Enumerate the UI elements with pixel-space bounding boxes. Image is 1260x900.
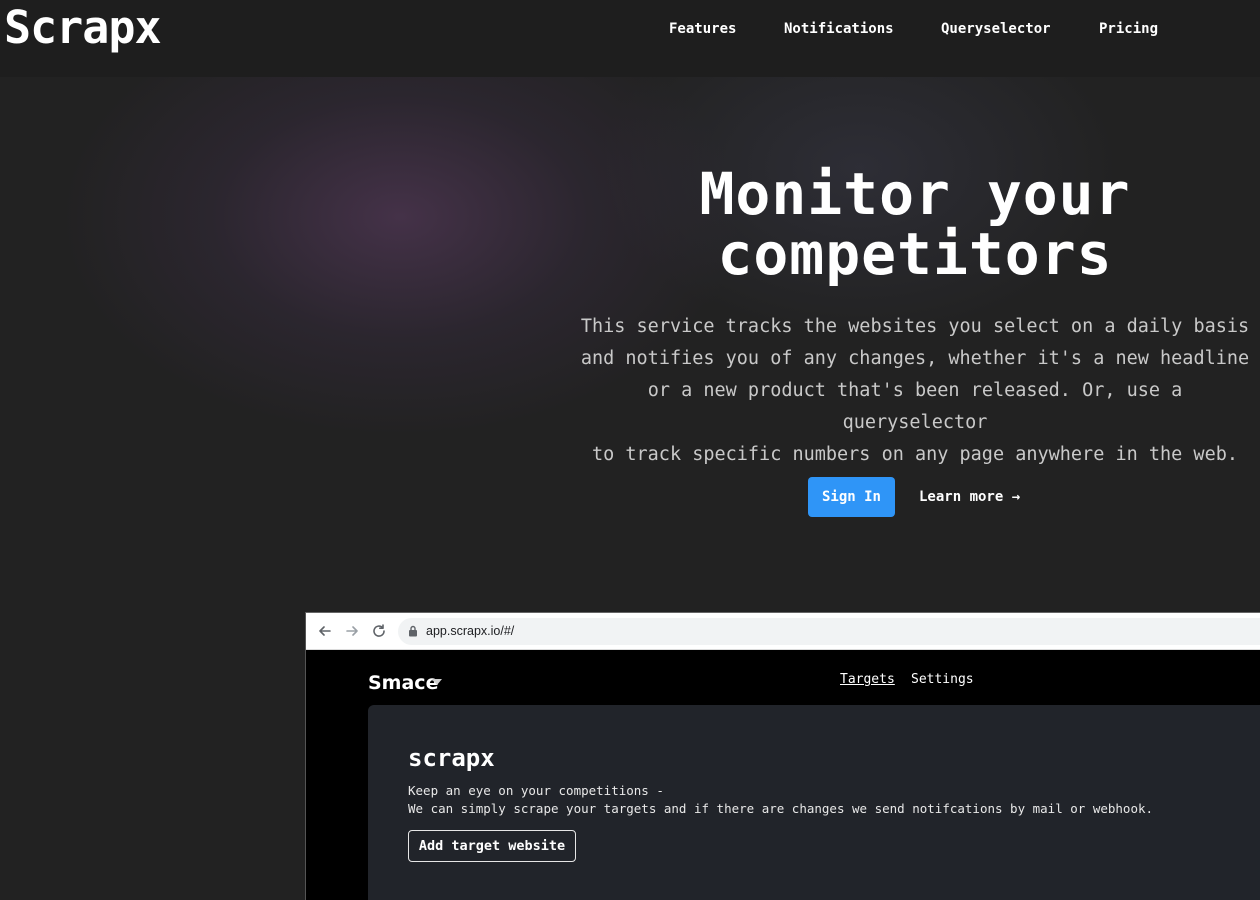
top-navbar: S Scrapx Features Notifications Querysel… bbox=[0, 0, 1260, 77]
chevron-down-icon bbox=[432, 679, 442, 685]
forward-arrow-icon bbox=[346, 626, 358, 636]
hero-description-line: This service tracks the websites you sel… bbox=[580, 316, 1250, 337]
hero-description-line: or a new product that's been released. O… bbox=[647, 380, 1183, 433]
app-card: scrapx Keep an eye on your competitions … bbox=[368, 705, 1260, 900]
nav-link-queryselector[interactable]: Queryselector bbox=[941, 19, 1051, 39]
reload-icon bbox=[373, 624, 385, 637]
card-text: Keep an eye on your competitions - bbox=[408, 783, 664, 798]
hero-title-line-2: competitors bbox=[717, 220, 1113, 288]
address-url: app.scrapx.io/#/ bbox=[426, 624, 515, 638]
back-arrow-icon bbox=[319, 626, 331, 636]
address-bar: app.scrapx.io/#/ bbox=[398, 618, 1260, 645]
app-nav-settings: Settings bbox=[911, 672, 974, 687]
nav-link-notifications[interactable]: Notifications bbox=[784, 19, 894, 39]
hero-description-line: to track specific numbers on any page an… bbox=[591, 444, 1238, 465]
nav-link-pricing[interactable]: Pricing bbox=[1099, 19, 1158, 39]
app-brand: Smace bbox=[368, 672, 439, 694]
hero-title: Monitor your competitors bbox=[620, 164, 1210, 284]
hero-description: This service tracks the websites you sel… bbox=[575, 311, 1255, 471]
browser-toolbar: app.scrapx.io/#/ bbox=[306, 613, 1260, 650]
browser-screenshot-mockup: app.scrapx.io/#/ Smace Targets Settings … bbox=[305, 612, 1260, 900]
lock-icon bbox=[409, 625, 417, 637]
nav-link-features[interactable]: Features bbox=[669, 19, 736, 39]
main-nav: Features Notifications Queryselector Pri… bbox=[0, 19, 1260, 39]
hero-title-line-1: Monitor your bbox=[699, 160, 1131, 228]
card-title: scrapx bbox=[408, 744, 495, 772]
hero-description-line: and notifies you of any changes, whether… bbox=[580, 348, 1250, 369]
learn-more-link[interactable]: Learn more → bbox=[919, 487, 1020, 507]
card-text: We can simply scrape your targets and if… bbox=[408, 801, 1154, 816]
app-nav-targets: Targets bbox=[840, 672, 895, 687]
add-target-website-button: Add target website bbox=[408, 830, 576, 862]
sign-in-button[interactable]: Sign In bbox=[808, 477, 895, 517]
